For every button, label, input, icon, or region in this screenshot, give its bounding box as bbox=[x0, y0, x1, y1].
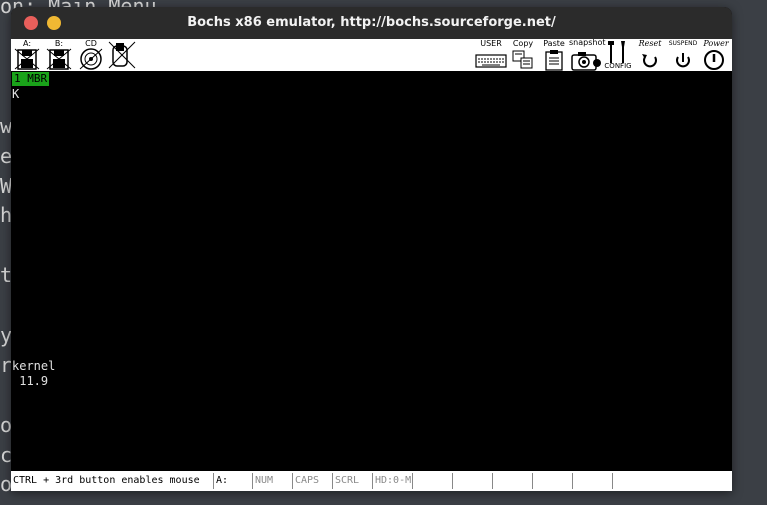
hd-status: HD:0-M bbox=[372, 473, 413, 489]
power-icon bbox=[704, 50, 724, 70]
reset-button[interactable]: Reset bbox=[635, 39, 665, 71]
cdrom-icon bbox=[79, 48, 103, 70]
status-cell-empty bbox=[412, 473, 453, 489]
mouse-hint-text: CTRL + 3rd button enables mouse bbox=[13, 475, 200, 486]
power-label: Power bbox=[703, 39, 729, 48]
config-button[interactable]: CONFIG bbox=[603, 39, 633, 71]
power-button[interactable]: Power bbox=[700, 39, 732, 71]
toolbar: A: B: CD USER Copy Paste snapshot CONFIG… bbox=[11, 38, 732, 71]
keyboard-icon bbox=[475, 54, 507, 68]
floppy-a-icon bbox=[14, 48, 40, 70]
num-lock-indicator: NUM bbox=[252, 473, 291, 489]
reset-icon bbox=[642, 54, 657, 68]
drive-a-status: A: bbox=[213, 473, 252, 489]
status-cell-empty bbox=[532, 473, 573, 489]
mouse-button[interactable] bbox=[107, 39, 137, 71]
status-bar: CTRL + 3rd button enables mouse A: NUM C… bbox=[11, 471, 732, 491]
camera-icon bbox=[571, 52, 601, 71]
window-title: Bochs x86 emulator, http://bochs.sourcef… bbox=[187, 15, 556, 30]
reset-label: Reset bbox=[638, 39, 662, 48]
status-cell-empty bbox=[572, 473, 613, 489]
scroll-lock-indicator: SCRL bbox=[332, 473, 371, 489]
copy-button[interactable]: Copy bbox=[510, 39, 536, 71]
emulator-screen[interactable]: 1 MBR K kernel 11.9 bbox=[11, 71, 732, 471]
status-cell-empty bbox=[612, 473, 732, 489]
copy-label: Copy bbox=[512, 39, 534, 48]
floppy-b-button[interactable]: B: bbox=[45, 39, 73, 71]
clipboard-icon bbox=[545, 50, 563, 71]
mbr-indicator: 1 MBR bbox=[12, 72, 50, 86]
screen-output-line: K bbox=[12, 87, 20, 101]
cdrom-button[interactable]: CD bbox=[77, 39, 105, 71]
snapshot-button[interactable]: snapshot bbox=[569, 38, 606, 71]
copy-icon bbox=[512, 50, 533, 69]
suspend-button[interactable]: SUSPEND bbox=[666, 39, 700, 71]
user-label: USER bbox=[480, 39, 502, 48]
suspend-icon bbox=[676, 53, 690, 68]
paste-label: Paste bbox=[543, 39, 565, 48]
status-cell-empty bbox=[452, 473, 493, 489]
config-label: CONFIG bbox=[604, 62, 632, 70]
floppy-a-button[interactable]: A: bbox=[13, 39, 41, 71]
floppy-b-icon bbox=[46, 48, 72, 70]
suspend-label: SUSPEND bbox=[668, 40, 698, 47]
status-cell-empty bbox=[492, 473, 533, 489]
title-bar[interactable]: Bochs x86 emulator, http://bochs.sourcef… bbox=[11, 7, 732, 40]
snapshot-label: snapshot bbox=[569, 38, 606, 47]
mouse-icon bbox=[108, 41, 136, 69]
caps-lock-indicator: CAPS bbox=[292, 473, 331, 489]
screen-output-line: kernel bbox=[12, 359, 56, 373]
user-button[interactable]: USER bbox=[474, 39, 508, 71]
bochs-window: Bochs x86 emulator, http://bochs.sourcef… bbox=[11, 7, 732, 491]
paste-button[interactable]: Paste bbox=[541, 39, 567, 71]
screen-output-line: 11.9 bbox=[12, 374, 49, 388]
